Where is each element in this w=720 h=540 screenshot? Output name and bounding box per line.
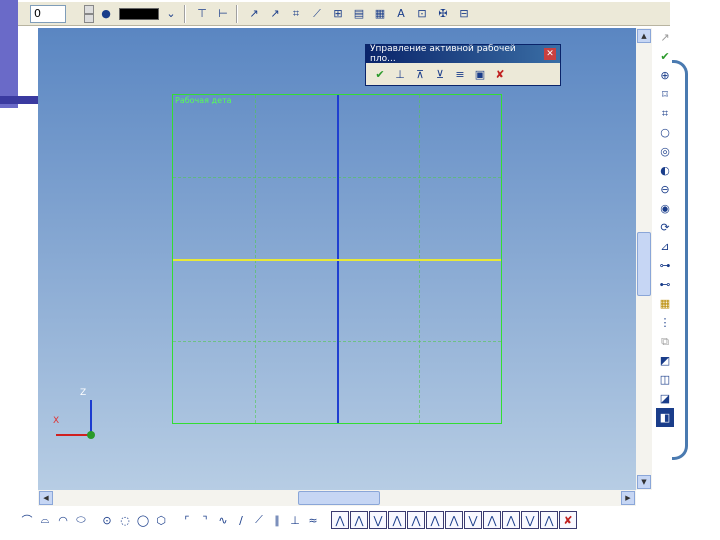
cad-window: ● ⌄ ⊤ ⊢ ↗ ↗ ⌗ ⟋ ⊞ ▤ ▦ A ⊡ ✠ ⊟ Рабочая де… xyxy=(0,0,720,540)
spline-icon[interactable]: ∿ xyxy=(214,511,232,529)
triad-z-label: Z xyxy=(80,388,87,398)
arc-3pt-icon[interactable]: ⌓ xyxy=(36,511,54,529)
close-icon[interactable]: ✕ xyxy=(544,48,556,60)
hatch-icon[interactable]: ▤ xyxy=(350,5,368,23)
vertical-scroll-thumb[interactable] xyxy=(637,232,651,296)
layer-field[interactable] xyxy=(30,4,66,23)
panel-titlebar[interactable]: Управление активной рабочей пло... ✕ xyxy=(366,44,560,64)
text-frame-icon[interactable]: ⊡ xyxy=(413,5,431,23)
line-parallel-icon[interactable]: ∥ xyxy=(268,511,286,529)
delete-icon[interactable]: ✘ xyxy=(492,65,508,83)
dimension-icon[interactable]: ⊞ xyxy=(329,5,347,23)
plane-offset-icon[interactable]: ⊼ xyxy=(412,65,428,83)
chevron-down-icon[interactable]: ⌄ xyxy=(162,5,180,23)
label-icon[interactable]: ⊟ xyxy=(455,5,473,23)
slide-bracket xyxy=(672,60,688,460)
arc-tangent-icon[interactable]: ◠ xyxy=(54,511,72,529)
frame-label: Рабочая дета xyxy=(175,96,232,105)
arc-icon[interactable]: ⌒ xyxy=(18,511,36,529)
line-perp-icon[interactable]: ⊥ xyxy=(286,511,304,529)
active-plane-panel: Управление активной рабочей пло... ✕ ✔ ⊥… xyxy=(365,44,561,86)
circle-3pt-icon[interactable]: ◯ xyxy=(134,511,152,529)
cursor-icon[interactable]: ↗ xyxy=(656,28,674,47)
line-style-icon[interactable]: ● xyxy=(97,5,115,23)
trim-icon[interactable]: ⋀ xyxy=(331,511,349,529)
plane-rotate-icon[interactable]: ⊻ xyxy=(432,65,448,83)
vertical-scrollbar[interactable]: ▲ ▼ xyxy=(636,28,652,490)
snap-icon[interactable]: ⌗ xyxy=(287,5,305,23)
chamfer-icon[interactable]: ⌝ xyxy=(196,511,214,529)
triad-origin xyxy=(87,431,95,439)
select-arrow-icon[interactable]: ↗ xyxy=(245,5,263,23)
circle-center-icon[interactable]: ⊙ xyxy=(98,511,116,529)
line-tangent-icon[interactable]: ⟋ xyxy=(250,511,268,529)
horizontal-scroll-thumb[interactable] xyxy=(298,491,380,505)
drawing-viewport[interactable]: Рабочая дета Z X xyxy=(38,28,636,490)
table-icon[interactable]: ▦ xyxy=(371,5,389,23)
move-icon[interactable]: ↗ xyxy=(266,5,284,23)
stretch-icon[interactable]: ⋀ xyxy=(483,511,501,529)
line-icon[interactable]: ∕ xyxy=(232,511,250,529)
circle-tangent-icon[interactable]: ◌ xyxy=(116,511,134,529)
separator xyxy=(236,4,238,23)
horizontal-axis xyxy=(173,259,501,261)
symbols-icon[interactable]: ✠ xyxy=(434,5,452,23)
offset-icon[interactable]: ≈ xyxy=(304,511,322,529)
scroll-up-icon[interactable]: ▲ xyxy=(637,29,651,43)
slide-decoration xyxy=(0,0,18,108)
top-toolbar: ● ⌄ ⊤ ⊢ ↗ ↗ ⌗ ⟋ ⊞ ▤ ▦ A ⊡ ✠ ⊟ xyxy=(18,2,670,26)
close-icon[interactable]: ✘ xyxy=(559,511,577,529)
workplane-frame: Рабочая дета xyxy=(172,94,502,424)
polygon-icon[interactable]: ⬡ xyxy=(152,511,170,529)
triad-z-axis xyxy=(90,400,92,434)
ellipse-icon[interactable]: ⬭ xyxy=(72,511,90,529)
plane-list-icon[interactable]: ≡ xyxy=(452,65,468,83)
bottom-toolbar: ⌒ ⌓ ◠ ⬭ ⊙ ◌ ◯ ⬡ ⌜ ⌝ ∿ ∕ ⟋ ∥ ⊥ ≈ ⋀ ⋀ ⋁ ⋀ … xyxy=(18,508,678,532)
text-icon[interactable]: A xyxy=(392,5,410,23)
break-icon[interactable]: ⋁ xyxy=(369,511,387,529)
filter-icon[interactable]: ⊤ xyxy=(193,5,211,23)
extend-icon[interactable]: ⋀ xyxy=(350,511,368,529)
horizontal-scrollbar[interactable]: ◀ ▶ xyxy=(38,490,636,506)
measure-icon[interactable]: ⟋ xyxy=(308,5,326,23)
select-filter-icon[interactable]: ⊢ xyxy=(214,5,232,23)
color-swatch[interactable] xyxy=(119,7,159,20)
fillet-icon[interactable]: ⌜ xyxy=(178,511,196,529)
panel-toolbar: ✔ ⊥ ⊼ ⊻ ≡ ▣ ✘ xyxy=(366,63,560,85)
layer-spinner[interactable] xyxy=(84,4,94,23)
plane-icon[interactable]: ⊥ xyxy=(392,65,408,83)
align-icon[interactable]: ⋀ xyxy=(502,511,520,529)
triad-x-label: X xyxy=(53,416,60,426)
mirror-icon[interactable]: ⋀ xyxy=(407,511,425,529)
scroll-left-icon[interactable]: ◀ xyxy=(39,491,53,505)
scroll-right-icon[interactable]: ▶ xyxy=(621,491,635,505)
scroll-down-icon[interactable]: ▼ xyxy=(637,475,651,489)
copy-icon[interactable]: ⋀ xyxy=(388,511,406,529)
rotate-icon[interactable]: ⋀ xyxy=(426,511,444,529)
grid-icon[interactable]: ▣ xyxy=(472,65,488,83)
distribute-icon[interactable]: ⋁ xyxy=(521,511,539,529)
scale-icon[interactable]: ⋀ xyxy=(445,511,463,529)
separator xyxy=(184,4,186,23)
panel-title: Управление активной рабочей пло... xyxy=(370,44,516,64)
slide-decoration-line xyxy=(0,96,40,104)
array-icon[interactable]: ⋁ xyxy=(464,511,482,529)
apply-icon[interactable]: ✔ xyxy=(372,65,388,83)
explode-icon[interactable]: ⋀ xyxy=(540,511,558,529)
